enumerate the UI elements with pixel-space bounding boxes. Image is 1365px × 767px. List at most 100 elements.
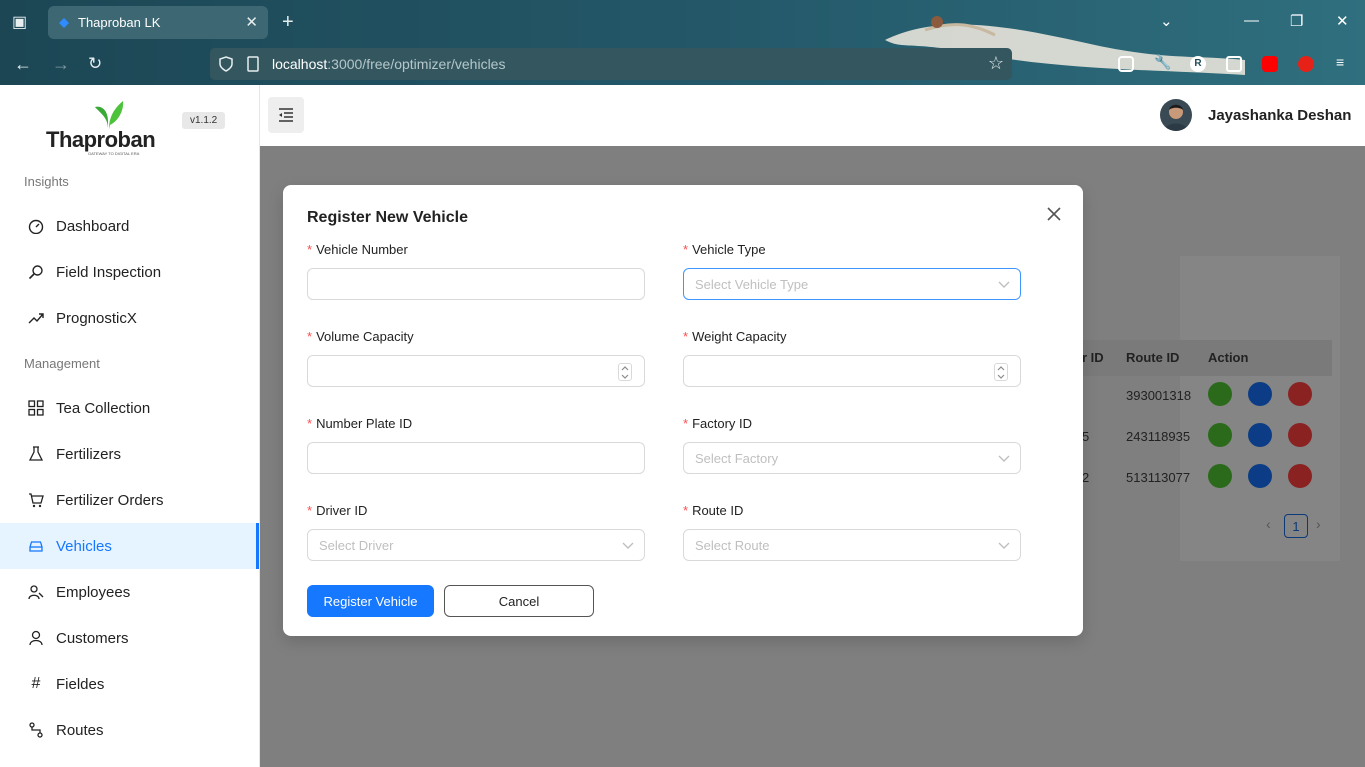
table-cell-route-id: 393001318: [1126, 388, 1192, 403]
sidebar-item-label: Tea Collection: [56, 399, 151, 417]
puzzle-extension-icon[interactable]: [1226, 56, 1242, 72]
r-extension-icon[interactable]: R: [1190, 56, 1206, 72]
menu-fold-icon: [279, 108, 293, 122]
driver-id-label: * Driver ID: [307, 503, 368, 518]
restore-icon[interactable]: ❐: [1290, 12, 1303, 30]
weight-capacity-input[interactable]: [683, 355, 1021, 387]
modal-title: Register New Vehicle: [307, 209, 468, 226]
tab-close-icon[interactable]: ✕: [245, 13, 258, 31]
sidebar-item-vehicles[interactable]: Vehicles: [0, 523, 259, 569]
sidebar-item-label: Employees: [56, 583, 131, 601]
address-bar[interactable]: localhost:3000/free/optimizer/vehicles ☆: [210, 48, 1012, 80]
view-action-icon[interactable]: [1208, 464, 1232, 488]
table-cell-partial: 2: [1082, 470, 1090, 485]
sidebar-item-fertilizer-orders[interactable]: Fertilizer Orders: [0, 477, 259, 523]
table-header-partial: r ID: [1082, 350, 1104, 365]
factory-select[interactable]: Select Factory: [683, 442, 1021, 474]
vehicle-type-placeholder: Select Vehicle Type: [695, 276, 809, 292]
sidebar-item-employees[interactable]: Employees: [0, 569, 259, 615]
number-plate-id-input[interactable]: [307, 442, 645, 474]
sidebar-toggle-button[interactable]: [268, 97, 304, 133]
sidebar-item-label: Fieldes: [56, 675, 105, 693]
menu-icon[interactable]: ≡: [1336, 54, 1352, 70]
page-icon: [247, 56, 259, 72]
search-icon: [28, 264, 44, 280]
youtube-extension-icon[interactable]: [1262, 56, 1278, 72]
view-action-icon[interactable]: [1208, 423, 1232, 447]
cart-icon: [28, 492, 44, 508]
delete-action-icon[interactable]: [1288, 423, 1312, 447]
dashboard-icon: [28, 218, 44, 234]
vehicle-type-select[interactable]: Select Vehicle Type: [683, 268, 1021, 300]
delete-action-icon[interactable]: [1288, 382, 1312, 406]
sidebar-item-customers[interactable]: Customers: [0, 615, 259, 661]
sidebar-item-label: Customers: [56, 629, 129, 647]
pagination-page[interactable]: 1: [1284, 514, 1308, 538]
user-name[interactable]: Jayashanka Deshan: [1208, 107, 1351, 124]
shield-icon: [219, 56, 233, 72]
chevron-down-icon: [998, 281, 1010, 288]
close-icon[interactable]: [1045, 205, 1063, 223]
sidebar-item-label: Fertilizer Orders: [56, 491, 164, 509]
avatar[interactable]: [1160, 99, 1192, 131]
chevron-down-icon: [997, 374, 1005, 379]
sidebar-item-label: Field Inspection: [56, 263, 162, 281]
sidebar-item-fieldes[interactable]: # Fieldes: [0, 661, 259, 707]
tab-title: Thaproban LK: [78, 15, 161, 30]
sidebar-item-routes[interactable]: Routes: [0, 707, 259, 753]
table-cell-route-id: 513113077: [1126, 470, 1191, 485]
chevron-up-icon: [997, 365, 1005, 370]
register-vehicle-button[interactable]: Register Vehicle: [307, 585, 434, 617]
minimize-icon[interactable]: —: [1244, 12, 1259, 29]
sidebar-item-dashboard[interactable]: Dashboard: [0, 203, 259, 249]
browser-tab[interactable]: Thaproban LK ✕: [48, 6, 268, 39]
chevron-down-icon: [622, 542, 634, 549]
route-icon: [28, 722, 44, 738]
close-window-icon[interactable]: ✕: [1336, 12, 1349, 30]
cancel-button[interactable]: Cancel: [444, 585, 594, 617]
chevron-down-icon: [998, 542, 1010, 549]
sidebar-item-prognosticx[interactable]: PrognosticX: [0, 295, 259, 341]
sidebar-item-tea-collection[interactable]: Tea Collection: [0, 385, 259, 431]
sidebar-item-label: Routes: [56, 721, 104, 739]
youtube-red-extension-icon[interactable]: [1298, 56, 1314, 72]
edit-action-icon[interactable]: [1248, 382, 1272, 406]
vehicle-number-input[interactable]: [307, 268, 645, 300]
section-label-insights: Insights: [24, 174, 69, 189]
pagination-next-icon[interactable]: ›: [1316, 516, 1321, 532]
forward-icon[interactable]: →: [52, 54, 70, 75]
edit-action-icon[interactable]: [1248, 464, 1272, 488]
number-stepper[interactable]: [994, 363, 1008, 381]
vehicle-number-label: * Vehicle Number: [307, 242, 408, 257]
table-header-route-id: Route ID: [1126, 350, 1180, 365]
edit-action-icon[interactable]: [1248, 423, 1272, 447]
route-select[interactable]: Select Route: [683, 529, 1021, 561]
reload-icon[interactable]: ↻: [88, 54, 102, 74]
driver-select[interactable]: Select Driver: [307, 529, 645, 561]
weight-capacity-label: * Weight Capacity: [683, 329, 787, 344]
sidebar-item-label: Fertilizers: [56, 445, 122, 463]
number-plate-id-label: * Number Plate ID: [307, 416, 413, 431]
table-cell-route-id: 243118935: [1126, 429, 1191, 444]
register-vehicle-modal: Register New Vehicle * Vehicle Number * Ve…: [283, 185, 1083, 636]
back-icon[interactable]: ←: [14, 54, 32, 75]
volume-capacity-input[interactable]: [307, 355, 645, 387]
driver-placeholder: Select Driver: [319, 537, 394, 553]
chevron-down-icon: [621, 374, 629, 379]
pagination-prev-icon[interactable]: ‹: [1266, 516, 1271, 532]
view-action-icon[interactable]: [1208, 382, 1232, 406]
wrench-extension-icon[interactable]: 🔧: [1154, 54, 1171, 70]
section-label-management: Management: [24, 356, 100, 371]
browser-chrome: ▣ Thaproban LK ✕ + ← → ↻ localhost:3000/…: [0, 0, 1365, 85]
delete-action-icon[interactable]: [1288, 464, 1312, 488]
bookmark-star-icon[interactable]: ☆: [988, 53, 1004, 74]
pocket-extension-icon[interactable]: [1118, 56, 1134, 72]
tab-list-chevron-icon[interactable]: ⌄: [1160, 12, 1173, 30]
thaproban-logo[interactable]: Thaproban GATEWAY TO DIGITAL ERA: [46, 99, 156, 165]
users-icon: [28, 584, 44, 600]
number-stepper[interactable]: [618, 363, 632, 381]
sidebar-item-field-inspection[interactable]: Field Inspection: [0, 249, 259, 295]
tab-overview-icon[interactable]: ▣: [12, 12, 27, 32]
sidebar-item-fertilizers[interactable]: Fertilizers: [0, 431, 259, 477]
new-tab-icon[interactable]: +: [282, 11, 294, 34]
